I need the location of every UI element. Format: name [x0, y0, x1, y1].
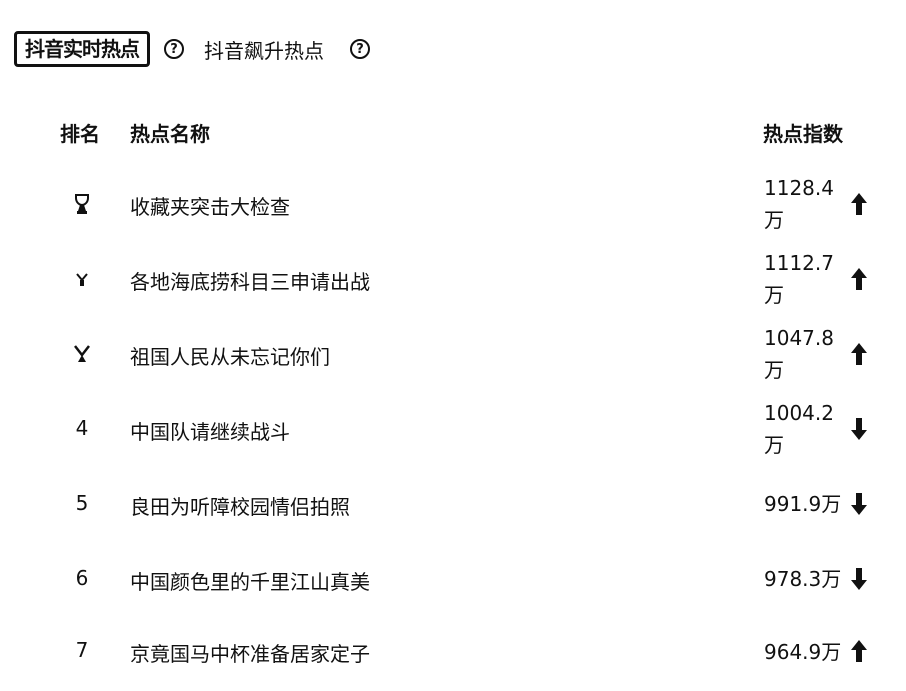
tab-rising-hotspots[interactable]: 抖音飙升热点	[204, 35, 324, 64]
trend-up-icon	[851, 193, 867, 215]
table-row[interactable]: 各地海底捞科目三申请出战 1112.7万	[0, 241, 906, 316]
silver-trophy-icon	[76, 273, 88, 286]
rank-number: 6	[75, 566, 89, 590]
bronze-trophy-icon	[74, 345, 90, 362]
table-row[interactable]: 7 京竟国马中杯准备居家定子 964.9万	[0, 616, 906, 691]
table-row[interactable]: 5 良田为听障校园情侣拍照 991.9万	[0, 466, 906, 541]
hotspot-name[interactable]: 收藏夹突击大检查	[130, 191, 290, 220]
hotspot-index-value: 964.9万	[764, 640, 842, 664]
hotspot-name[interactable]: 中国颜色里的千里江山真美	[130, 566, 370, 595]
hotspot-name[interactable]: 中国队请继续战斗	[130, 416, 290, 445]
column-header-name: 热点名称	[130, 122, 210, 146]
trend-down-icon	[851, 418, 867, 440]
trend-up-icon	[851, 640, 867, 662]
hotspot-index-value: 1112.7万	[764, 251, 834, 307]
trend-up-icon	[851, 343, 867, 365]
hotspot-index-value: 978.3万	[764, 567, 842, 591]
hotspot-index-value: 991.9万	[764, 492, 842, 516]
table-row[interactable]: 收藏夹突击大检查 1128.4万	[0, 166, 906, 241]
column-header-index: 热点指数	[763, 122, 843, 146]
hotspot-name[interactable]: 良田为听障校园情侣拍照	[130, 491, 350, 520]
hotspot-name[interactable]: 祖国人民从未忘记你们	[130, 341, 330, 370]
hotspot-name[interactable]: 京竟国马中杯准备居家定子	[130, 638, 370, 667]
hotspot-name[interactable]: 各地海底捞科目三申请出战	[130, 266, 370, 295]
hotspot-index-value: 1004.2万	[764, 401, 834, 457]
hotspot-index-value: 1128.4万	[764, 176, 834, 232]
rank-number: 7	[75, 638, 89, 662]
table-row[interactable]: 祖国人民从未忘记你们 1047.8万	[0, 316, 906, 391]
trend-down-icon	[851, 493, 867, 515]
help-icon[interactable]: ?	[350, 39, 370, 59]
help-icon[interactable]: ?	[164, 39, 184, 59]
rank-number: 5	[75, 491, 89, 515]
rank-number: 4	[75, 416, 89, 440]
table-row[interactable]: 4 中国队请继续战斗 1004.2万	[0, 391, 906, 466]
table-row[interactable]: 6 中国颜色里的千里江山真美 978.3万	[0, 541, 906, 616]
tab-realtime-hotspots[interactable]: 抖音实时热点	[14, 31, 150, 67]
hotspot-tabs: 抖音实时热点 ? 抖音飙升热点 ?	[14, 29, 370, 69]
column-header-rank: 排名	[60, 122, 100, 146]
gold-trophy-icon	[75, 194, 89, 214]
trend-down-icon	[851, 568, 867, 590]
hotspot-index-value: 1047.8万	[764, 326, 834, 382]
trend-up-icon	[851, 268, 867, 290]
